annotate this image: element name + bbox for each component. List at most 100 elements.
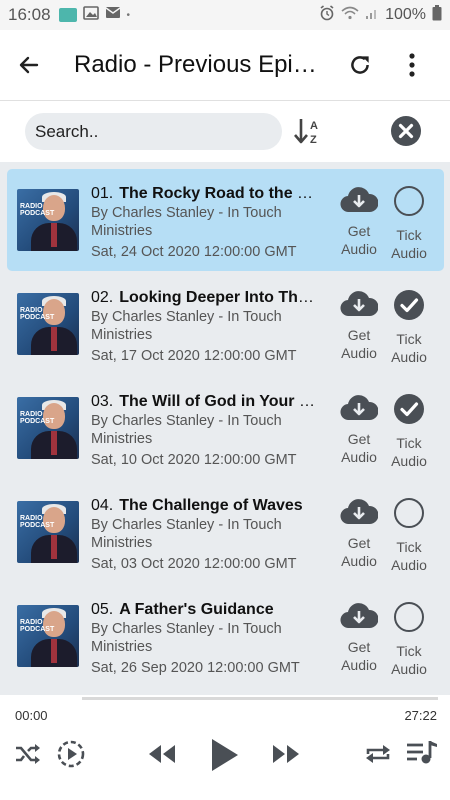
episode-item[interactable]: RADIO PODCAST 03. The Will of God in Your… (7, 377, 444, 479)
more-vert-icon (409, 53, 415, 77)
episode-number: 04. (91, 497, 114, 514)
get-audio-button[interactable]: Get Audio (337, 185, 381, 258)
episode-list: RADIO PODCAST 01. The Rocky Road to the P… (0, 162, 450, 695)
episode-title: 01. The Rocky Road to the Promised Land (91, 185, 321, 203)
episode-title: 02. Looking Deeper Into The Promises (91, 289, 321, 307)
tick-audio-button[interactable]: Tick Audio (387, 497, 431, 574)
rewind-icon (149, 745, 175, 763)
playlist-button[interactable] (404, 737, 440, 769)
app-bar: Radio - Previous Episodes (0, 30, 450, 100)
svg-text:A: A (310, 120, 318, 132)
podcast-thumbnail: RADIO PODCAST (17, 397, 79, 459)
get-audio-label: Get Audio (341, 535, 377, 569)
battery-icon (432, 4, 442, 26)
arrow-left-icon (19, 56, 39, 74)
episode-name: Looking Deeper Into The Promises (119, 289, 321, 306)
episode-author: By Charles Stanley - In Touch Ministries (91, 205, 282, 239)
tick-audio-label: Tick Audio (391, 435, 427, 469)
episode-number: 02. (91, 289, 114, 306)
get-audio-button[interactable]: Get Audio (337, 289, 381, 362)
thumbnail-label: RADIO PODCAST (20, 619, 55, 633)
cloud-download-icon (340, 187, 379, 213)
refresh-button[interactable] (343, 48, 377, 82)
episode-name: The Will of God in Your Life (119, 393, 321, 410)
get-audio-label: Get Audio (341, 327, 377, 361)
get-audio-button[interactable]: Get Audio (337, 601, 381, 674)
episode-date: Sat, 26 Sep 2020 12:00:00 GMT (91, 660, 300, 676)
tick-audio-button[interactable]: Tick Audio (387, 601, 431, 678)
episode-number: 01. (91, 185, 114, 202)
tick-audio-label: Tick Audio (391, 539, 427, 573)
thumbnail-label: RADIO PODCAST (20, 411, 55, 425)
rewind-button[interactable] (146, 741, 178, 767)
episode-name: The Rocky Road to the Promised Land (119, 185, 321, 202)
play-icon (212, 739, 238, 771)
more-options-button[interactable] (395, 48, 429, 82)
svg-text:Z: Z (310, 134, 317, 146)
playlist-music-icon (407, 741, 437, 764)
tick-audio-button[interactable]: Tick Audio (387, 289, 431, 366)
episode-name: A Father's Guidance (119, 601, 274, 618)
episode-title: 03. The Will of God in Your Life (91, 393, 321, 411)
episode-author: By Charles Stanley - In Touch Ministries (91, 413, 282, 447)
get-audio-label: Get Audio (341, 639, 377, 673)
clear-circle-icon (391, 116, 421, 146)
episode-author: By Charles Stanley - In Touch Ministries (91, 309, 282, 343)
episode-date: Sat, 17 Oct 2020 12:00:00 GMT (91, 348, 297, 364)
get-audio-button[interactable]: Get Audio (337, 393, 381, 466)
podcast-thumbnail: RADIO PODCAST (17, 501, 79, 563)
sort-button[interactable]: A Z (292, 115, 324, 149)
cloud-download-icon (340, 603, 379, 629)
app-notification-icon (58, 8, 77, 22)
shuffle-button[interactable] (13, 739, 43, 769)
episode-item[interactable]: RADIO PODCAST 05. A Father's Guidance By … (7, 585, 444, 687)
fast-forward-icon (273, 745, 299, 763)
cloud-download-icon (340, 291, 379, 317)
episode-title: 05. A Father's Guidance (91, 601, 321, 619)
get-audio-label: Get Audio (341, 223, 377, 257)
playback-speed-button[interactable] (55, 738, 87, 770)
tick-audio-label: Tick Audio (391, 227, 427, 261)
status-bar: 16:08 • 100% (0, 0, 450, 30)
episode-item[interactable]: RADIO PODCAST 01. The Rocky Road to the P… (7, 169, 444, 271)
total-time: 27:22 (404, 708, 437, 723)
back-button[interactable] (12, 48, 46, 82)
episode-date: Sat, 03 Oct 2020 12:00:00 GMT (91, 556, 297, 572)
clear-search-button[interactable] (390, 115, 422, 147)
episode-item[interactable]: RADIO PODCAST 04. The Challenge of Waves … (7, 481, 444, 583)
thumbnail-label: RADIO PODCAST (20, 203, 55, 217)
sort-az-icon: A Z (294, 119, 318, 146)
search-bar: Search.. A Z (0, 100, 450, 163)
episode-title: 04. The Challenge of Waves (91, 497, 321, 515)
repeat-button[interactable] (362, 739, 394, 769)
empty-circle-icon (387, 601, 431, 638)
tick-audio-label: Tick Audio (391, 331, 427, 365)
episode-item[interactable]: RADIO PODCAST 02. Looking Deeper Into The… (7, 273, 444, 375)
cloud-download-icon (340, 499, 379, 525)
page-title: Radio - Previous Episodes (74, 51, 319, 78)
current-time: 00:00 (15, 708, 48, 723)
search-input[interactable]: Search.. (25, 113, 282, 150)
dot-icon: • (126, 9, 131, 21)
thumbnail-label: RADIO PODCAST (20, 515, 55, 529)
tick-audio-button[interactable]: Tick Audio (387, 393, 431, 470)
episode-name: The Challenge of Waves (119, 497, 303, 514)
fast-forward-button[interactable] (270, 741, 302, 767)
podcast-thumbnail: RADIO PODCAST (17, 189, 79, 251)
check-circle-icon (387, 393, 431, 430)
check-circle-icon (387, 289, 431, 326)
play-button[interactable] (204, 735, 244, 775)
episode-date: Sat, 24 Oct 2020 12:00:00 GMT (91, 244, 297, 260)
episode-author: By Charles Stanley - In Touch Ministries (91, 621, 282, 655)
status-time: 16:08 (8, 5, 51, 24)
tick-audio-label: Tick Audio (391, 643, 427, 677)
alarm-icon (319, 4, 335, 26)
wifi-icon (341, 6, 359, 25)
tick-audio-button[interactable]: Tick Audio (387, 185, 431, 262)
thumbnail-label: RADIO PODCAST (20, 307, 55, 321)
get-audio-button[interactable]: Get Audio (337, 497, 381, 570)
refresh-icon (351, 56, 369, 74)
cloud-download-icon (340, 395, 379, 421)
image-notification-icon (82, 5, 99, 25)
progress-bar[interactable] (82, 697, 438, 700)
